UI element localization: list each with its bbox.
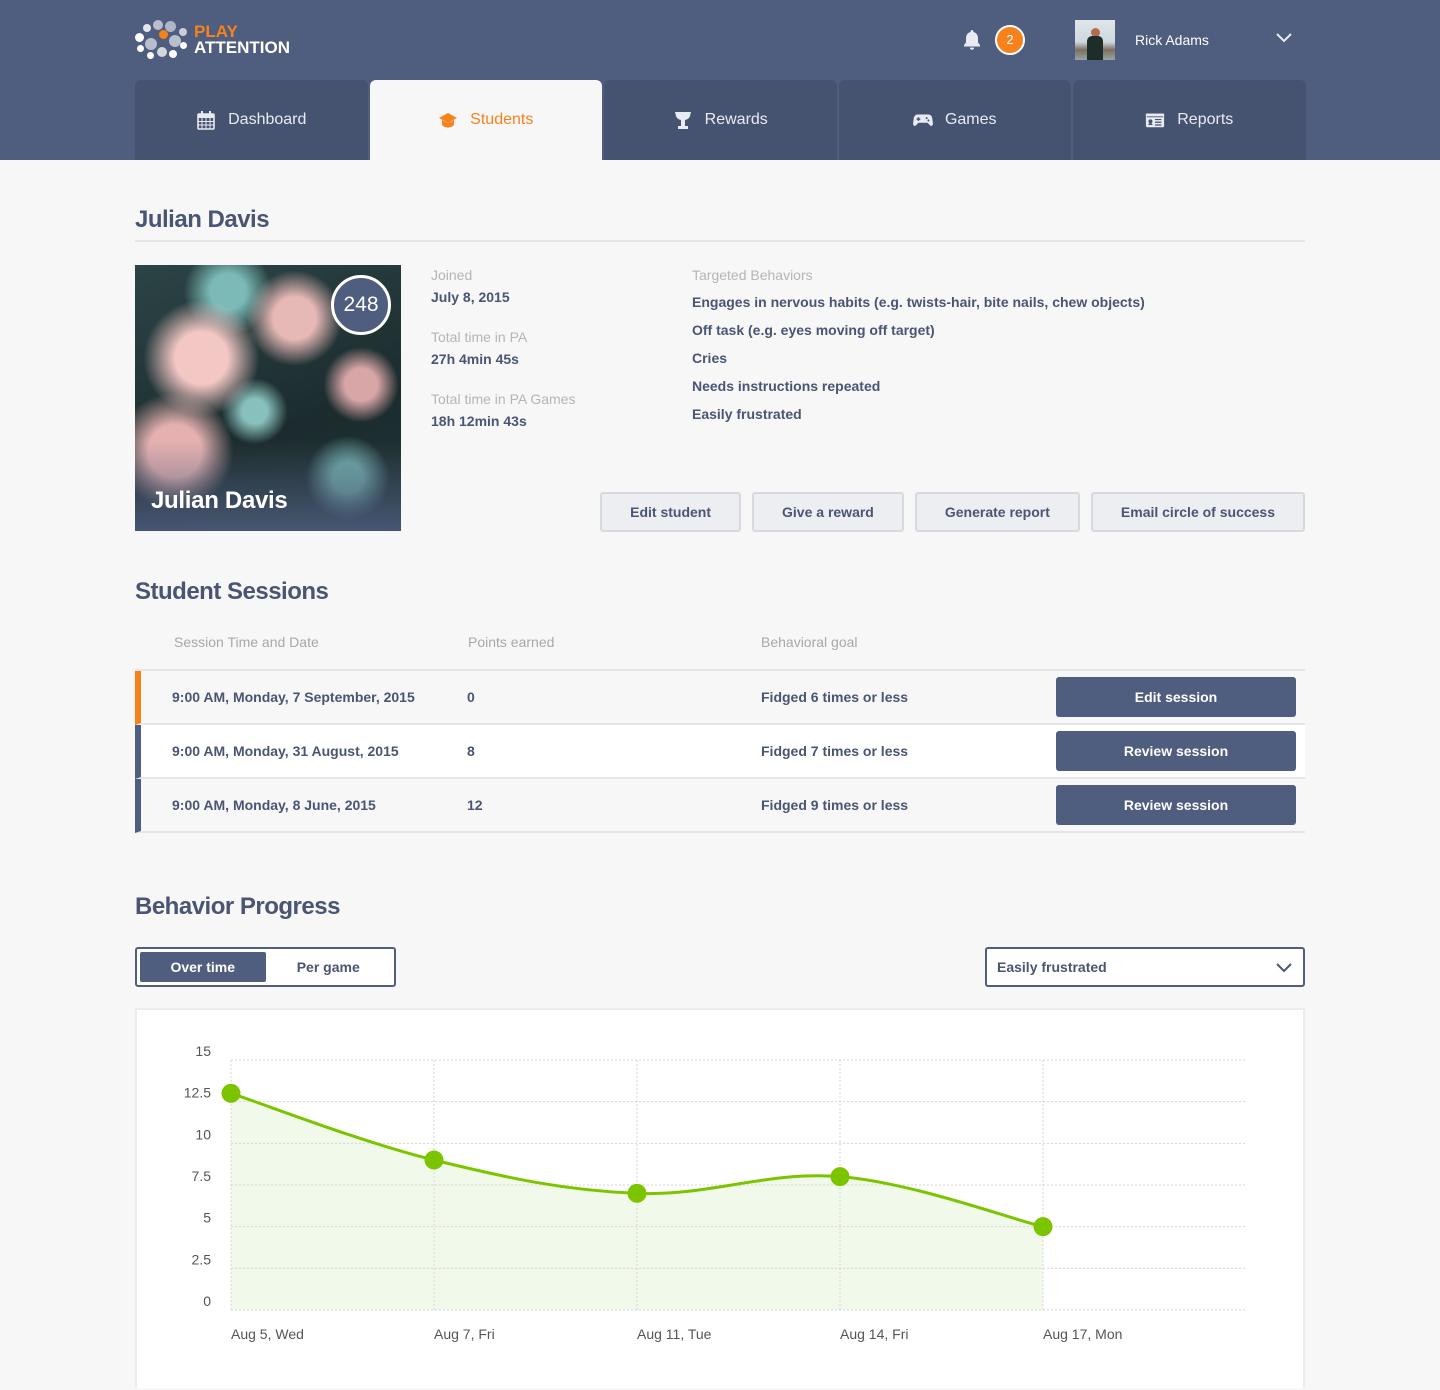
- user-name[interactable]: Rick Adams: [1135, 32, 1209, 48]
- logo-icon: [135, 20, 187, 60]
- logo-text-attention: ATTENTION: [194, 38, 291, 57]
- y-tick-label: 0: [203, 1293, 211, 1309]
- behavior-item: Engages in nervous habits (e.g. twists-h…: [692, 294, 1145, 310]
- sessions-title: Student Sessions: [135, 578, 329, 605]
- logo[interactable]: PLAY ATTENTION: [135, 20, 290, 60]
- behavior-item: Needs instructions repeated: [692, 378, 881, 394]
- main-nav-tabs: Dashboard Students Rewards Games Reports: [135, 80, 1306, 160]
- calendar-icon: [197, 111, 215, 130]
- per-game-toggle[interactable]: Per game: [266, 952, 392, 982]
- y-tick-label: 2.5: [192, 1251, 212, 1267]
- tab-label: Students: [470, 111, 534, 128]
- chevron-down-icon[interactable]: [1275, 31, 1293, 43]
- edit-student-button[interactable]: Edit student: [600, 492, 742, 532]
- user-avatar[interactable]: [1075, 20, 1115, 60]
- data-point: [221, 1083, 241, 1103]
- column-header-points: Points earned: [468, 634, 555, 650]
- tab-students[interactable]: Students: [369, 80, 602, 160]
- time-pa-label: Total time in PA: [431, 329, 528, 345]
- behavior-select-value: Easily frustrated: [997, 959, 1107, 975]
- tab-rewards[interactable]: Rewards: [604, 80, 837, 160]
- column-header-datetime: Session Time and Date: [174, 634, 319, 650]
- bell-icon[interactable]: [962, 29, 982, 51]
- behavior-progress-title: Behavior Progress: [135, 893, 340, 920]
- page-title: Julian Davis: [135, 206, 270, 233]
- joined-label: Joined: [431, 267, 473, 283]
- notification-count-badge[interactable]: 2: [995, 25, 1025, 55]
- sessions-table: 9:00 AM, Monday, 7 September, 2015 0 Fid…: [135, 669, 1305, 833]
- over-time-toggle[interactable]: Over time: [140, 952, 266, 982]
- graduation-cap-icon: [439, 113, 458, 128]
- behavior-item: Off task (e.g. eyes moving off target): [692, 322, 935, 338]
- behavior-chart-svg: 0 2.5 5 7.5 10 12.5 15 Aug 5, Wed Aug 7, Fri Aug …: [184, 1043, 1245, 1342]
- tab-reports[interactable]: Reports: [1073, 80, 1306, 160]
- session-goal: Fidged 6 times or less: [761, 689, 909, 705]
- app-header: PLAY ATTENTION 2 Rick Adams Dashboard St…: [0, 0, 1440, 160]
- student-actions: Edit student Give a reward Generate repo…: [600, 492, 1305, 532]
- data-point: [830, 1167, 850, 1187]
- tab-label: Games: [944, 111, 997, 128]
- session-datetime: 9:00 AM, Monday, 7 September, 2015: [172, 689, 415, 705]
- session-row: 9:00 AM, Monday, 8 June, 2015 12 Fidged …: [135, 779, 1305, 833]
- title-divider: [135, 240, 1305, 242]
- session-datetime: 9:00 AM, Monday, 8 June, 2015: [172, 797, 376, 813]
- behavior-select[interactable]: Easily frustrated: [985, 947, 1305, 987]
- y-tick-label: 12.5: [184, 1085, 211, 1101]
- session-goal: Fidged 9 times or less: [761, 797, 909, 813]
- x-tick-label: Aug 5, Wed: [231, 1326, 304, 1342]
- tab-label: Dashboard: [228, 111, 307, 128]
- targeted-behaviors: Targeted Behaviors Engages in nervous ha…: [692, 267, 1145, 434]
- tab-games[interactable]: Games: [838, 80, 1071, 160]
- student-stats: Joined July 8, 2015 Total time in PA 27h…: [431, 267, 575, 453]
- x-tick-label: Aug 17, Mon: [1043, 1326, 1122, 1342]
- session-row: 9:00 AM, Monday, 7 September, 2015 0 Fid…: [135, 671, 1305, 725]
- email-circle-of-success-button[interactable]: Email circle of success: [1090, 492, 1305, 532]
- generate-report-button[interactable]: Generate report: [914, 492, 1080, 532]
- joined-value: July 8, 2015: [431, 289, 510, 305]
- session-goal: Fidged 7 times or less: [761, 743, 909, 759]
- tab-label: Reports: [1177, 111, 1234, 128]
- review-session-button[interactable]: Review session: [1056, 785, 1296, 825]
- x-tick-label: Aug 11, Tue: [637, 1326, 712, 1342]
- trophy-icon: [674, 112, 691, 129]
- give-reward-button[interactable]: Give a reward: [752, 492, 904, 532]
- column-header-goal: Behavioral goal: [761, 634, 858, 650]
- behavior-item: Easily frustrated: [692, 406, 802, 422]
- y-tick-label: 5: [203, 1210, 211, 1226]
- data-point: [627, 1183, 647, 1203]
- session-datetime: 9:00 AM, Monday, 31 August, 2015: [172, 743, 399, 759]
- y-tick-label: 10: [195, 1126, 211, 1142]
- behaviors-label: Targeted Behaviors: [692, 267, 813, 283]
- report-card-icon: [1146, 113, 1165, 128]
- y-tick-label: 15: [195, 1043, 211, 1059]
- gamepad-icon: [913, 114, 933, 126]
- session-points: 0: [467, 689, 475, 705]
- behavior-chart: 0 2.5 5 7.5 10 12.5 15 Aug 5, Wed Aug 7, Fri Aug …: [135, 1008, 1305, 1388]
- review-session-button[interactable]: Review session: [1056, 731, 1296, 771]
- x-tick-label: Aug 7, Fri: [434, 1326, 495, 1342]
- time-games-value: 18h 12min 43s: [431, 413, 527, 429]
- behavior-item: Cries: [692, 350, 728, 366]
- student-photo: 248 Julian Davis: [135, 265, 401, 531]
- view-toggle: Over time Per game: [135, 947, 396, 987]
- data-point: [1033, 1217, 1053, 1237]
- tab-label: Rewards: [704, 111, 768, 128]
- x-tick-label: Aug 14, Fri: [840, 1326, 908, 1342]
- time-games-label: Total time in PA Games: [431, 391, 576, 407]
- edit-session-button[interactable]: Edit session: [1056, 677, 1296, 717]
- time-pa-value: 27h 4min 45s: [431, 351, 519, 367]
- student-photo-name: Julian Davis: [151, 487, 288, 514]
- student-points-badge: 248: [331, 275, 391, 335]
- session-points: 8: [467, 743, 475, 759]
- session-row: 9:00 AM, Monday, 31 August, 2015 8 Fidge…: [135, 725, 1305, 779]
- session-points: 12: [467, 797, 483, 813]
- chevron-down-icon: [1276, 963, 1292, 973]
- y-tick-label: 7.5: [192, 1168, 212, 1184]
- data-point: [424, 1150, 444, 1170]
- tab-dashboard[interactable]: Dashboard: [135, 80, 368, 160]
